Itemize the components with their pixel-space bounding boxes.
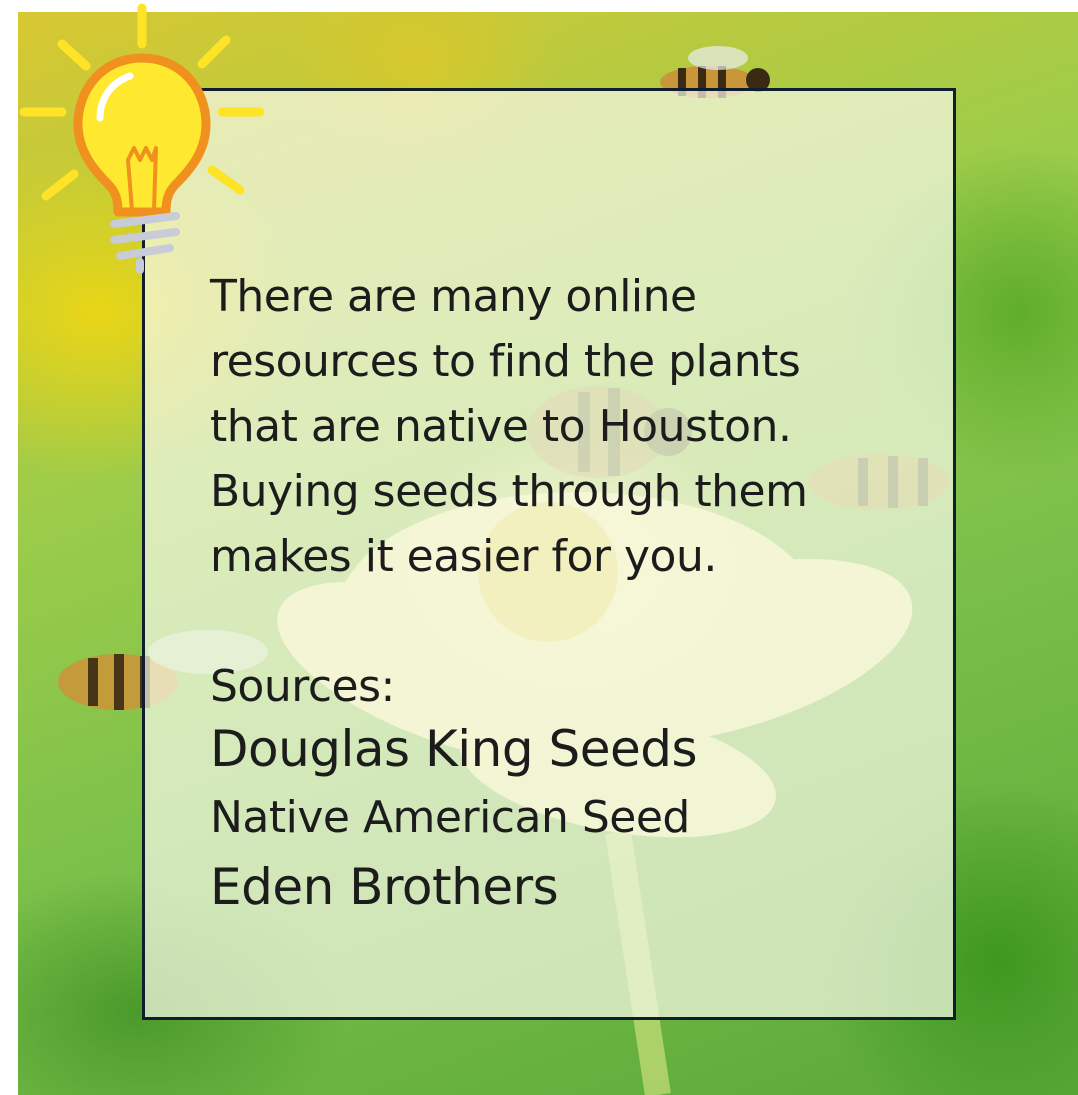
- body-line: There are many online: [210, 271, 697, 322]
- body-line: that are native to Houston.: [210, 401, 792, 452]
- body-line: makes it easier for you.: [210, 531, 717, 582]
- lightbulb-icon: [19, 3, 265, 274]
- body-line: Buying seeds through them: [210, 466, 808, 517]
- source-item: Native American Seed: [210, 792, 690, 843]
- body-line: resources to find the plants: [210, 336, 801, 387]
- graphic-canvas: There are many online resources to find …: [0, 0, 1078, 1095]
- source-item: Eden Brothers: [210, 858, 559, 916]
- sources-label: Sources:: [210, 661, 395, 712]
- info-text: There are many online resources to find …: [210, 264, 910, 921]
- source-item: Douglas King Seeds: [210, 720, 698, 778]
